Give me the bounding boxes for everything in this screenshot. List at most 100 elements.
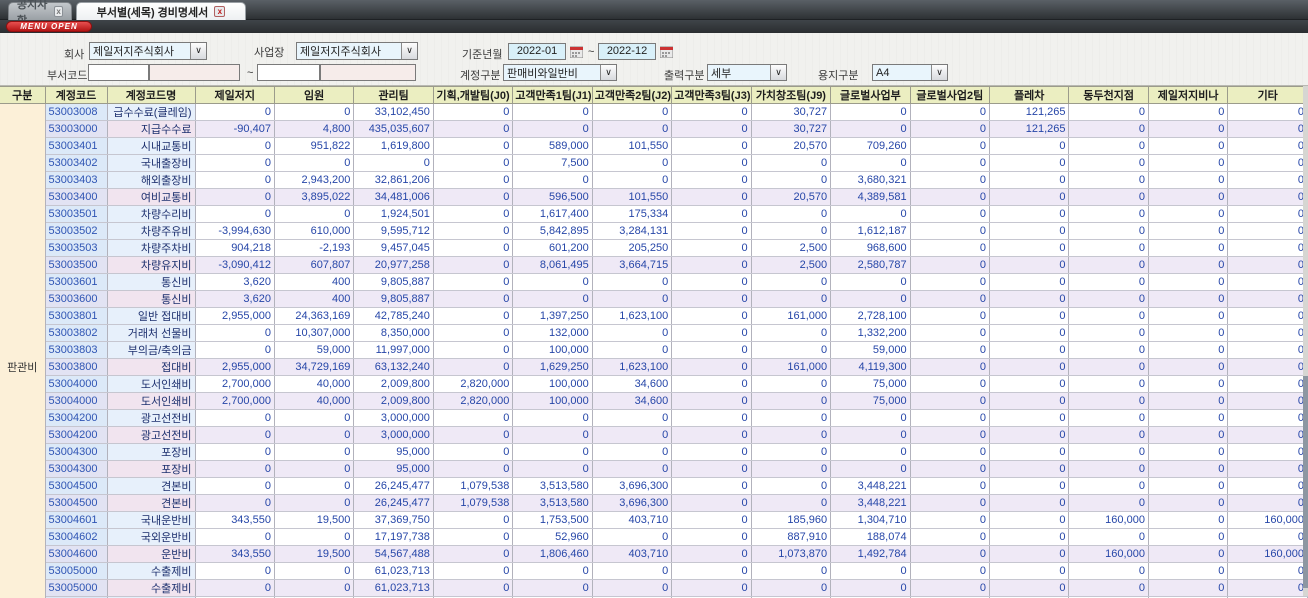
output-type-select[interactable]: 세부 ∨ (707, 64, 787, 81)
table-row[interactable]: 53003402 국내출장비 0 0 0 0 7,500 0 0 0 0 0 0 0 0 0 (0, 154, 1308, 172)
table-row[interactable]: 53004300 포장비 0 0 95,000 0 0 0 0 0 0 0 0 0 0 0 (0, 443, 1308, 461)
table-row[interactable]: 53003600 통신비 3,620 400 9,805,887 0 0 0 0 0 0 0 0 0 0 0 (0, 290, 1308, 308)
account-name: 광고선전비 (107, 426, 196, 444)
account-type-select[interactable]: 판매비와일반비 ∨ (503, 64, 617, 81)
calendar-icon[interactable] (659, 45, 674, 59)
column-header[interactable]: 계정코드 (45, 86, 108, 104)
calendar-icon[interactable] (569, 45, 584, 59)
table-row[interactable]: 53004000 도서인쇄비 2,700,000 40,000 2,009,800 2,8… (0, 392, 1308, 410)
table-row[interactable]: 53005000 수출제비 0 0 61,023,713 0 0 0 0 0 0 0 0 0 0 0 (0, 579, 1308, 597)
column-header[interactable]: 관리팀 (353, 86, 434, 104)
amount-cell: 403,710 (592, 511, 673, 529)
table-row[interactable]: 53004000 도서인쇄비 2,700,000 40,000 2,009,800 2,8… (0, 375, 1308, 393)
amount-cell: 0 (274, 477, 355, 495)
table-row[interactable]: 53004200 광고선전비 0 0 3,000,000 0 0 0 0 0 0 0 0 0 0 0 (0, 426, 1308, 444)
table-row[interactable]: 판관비 53003008 급수수료(클레임) 0 0 33,102,450 0 0 0 0 30,7… (0, 103, 1308, 598)
amount-cell: 8,350,000 (353, 324, 434, 342)
table-row[interactable]: 53004300 포장비 0 0 95,000 0 0 0 0 0 0 0 0 0 0 0 (0, 460, 1308, 478)
amount-cell: 0 (1227, 341, 1308, 359)
table-row[interactable]: 53004601 국내운반비 343,550 19,500 37,369,750 0 1,7… (0, 511, 1308, 529)
amount-cell: 343,550 (195, 545, 275, 563)
column-header[interactable]: 구분 (0, 86, 46, 104)
scrollbar-thumb[interactable] (1303, 376, 1308, 588)
table-row[interactable]: 53004602 국외운반비 0 0 17,197,738 0 52,960 0 0 887,91… (0, 528, 1308, 546)
column-header[interactable]: 기타 (1227, 86, 1308, 104)
dept-code-from-input[interactable] (88, 64, 149, 81)
table-row[interactable]: 53003503 차량주차비 904,218 -2,193 9,457,045 0 601,… (0, 239, 1308, 257)
dropdown-arrow-icon[interactable]: ∨ (931, 65, 947, 80)
amount-cell: 3,513,580 (512, 494, 593, 512)
amount-cell: -90,407 (195, 120, 275, 138)
table-row[interactable]: 53005000 수출제비 0 0 61,023,713 0 0 0 0 0 0 0 0 0 0 0 (0, 562, 1308, 580)
account-code: 53005000 (45, 562, 108, 580)
dept-code-to-input[interactable] (257, 64, 320, 81)
column-header[interactable]: 고객만족1팀(J1) (512, 86, 593, 104)
amount-cell: 343,550 (195, 511, 275, 529)
column-header[interactable]: 동두천지점 (1068, 86, 1149, 104)
amount-cell: 0 (989, 154, 1070, 172)
tab-close-icon[interactable]: x (214, 6, 226, 17)
menu-open-button[interactable]: MENU OPEN (6, 21, 92, 32)
account-code: 53003008 (45, 103, 108, 121)
amount-cell: 0 (671, 239, 752, 257)
dropdown-arrow-icon[interactable]: ∨ (401, 43, 417, 59)
column-header[interactable]: 글로벌사업부 (830, 86, 911, 104)
column-header[interactable]: 제일저지비나 (1148, 86, 1229, 104)
amount-cell: 0 (1148, 171, 1229, 189)
table-row[interactable]: 53003802 거래처 선물비 0 10,307,000 8,350,000 0 132,… (0, 324, 1308, 342)
table-row[interactable]: 53004600 운반비 343,550 19,500 54,567,488 0 1,806… (0, 545, 1308, 563)
table-row[interactable]: 53004200 광고선전비 0 0 3,000,000 0 0 0 0 0 0 0 0 0 0 0 (0, 409, 1308, 427)
amount-cell: 0 (910, 545, 991, 563)
dept-name-to-input[interactable] (320, 64, 416, 81)
period-from-input[interactable]: 2022-01 (508, 43, 566, 60)
dept-tilde: ~ (247, 67, 254, 79)
amount-cell: 0 (910, 273, 991, 291)
amount-cell: -3,090,412 (195, 256, 275, 274)
column-header[interactable]: 계정코드명 (107, 86, 196, 104)
amount-cell: 0 (1068, 273, 1149, 291)
dropdown-arrow-icon[interactable]: ∨ (770, 65, 786, 80)
company-select[interactable]: 제일저지주식회사 ∨ (89, 42, 207, 60)
expense-report-window: 공지사항 x 부서별(세목) 경비명세서 x MENU OPEN 회사 제일저지… (0, 0, 1308, 598)
table-row[interactable]: 53003803 부의금/축의금 0 59,000 11,997,000 0 100,000… (0, 341, 1308, 359)
dept-name-from-input[interactable] (149, 64, 240, 81)
amount-cell: 0 (1148, 256, 1229, 274)
table-row[interactable]: 53003401 시내교통비 0 951,822 1,619,800 0 589,000 10… (0, 137, 1308, 155)
amount-cell: 0 (671, 205, 752, 223)
table-row[interactable]: 53003403 해외출장비 0 2,943,200 32,861,206 0 0 0 0 0 3,… (0, 171, 1308, 189)
site-select[interactable]: 제일저지주식회사 ∨ (296, 42, 418, 60)
column-header[interactable]: 글로벌사업2팀 (910, 86, 991, 104)
column-header[interactable]: 임원 (274, 86, 355, 104)
column-header[interactable]: 플레차 (989, 86, 1070, 104)
column-header[interactable]: 가치창조팀(J9) (751, 86, 832, 104)
table-row[interactable]: 53003400 여비교통비 0 3,895,022 34,481,006 0 596,50… (0, 188, 1308, 206)
table-row[interactable]: 53003500 차량유지비 -3,090,412 607,807 20,977,258… (0, 256, 1308, 274)
account-code: 53003402 (45, 154, 108, 172)
paper-type-select[interactable]: A4 ∨ (872, 64, 948, 81)
account-code: 53003403 (45, 171, 108, 189)
dropdown-arrow-icon[interactable]: ∨ (190, 43, 206, 59)
table-row[interactable]: 53003800 접대비 2,955,000 34,729,169 63,132,240… (0, 358, 1308, 376)
tab-close-icon[interactable]: x (54, 6, 63, 17)
table-row[interactable]: 53003502 차량주유비 -3,994,630 610,000 9,595,712 0… (0, 222, 1308, 240)
vertical-scrollbar[interactable] (1303, 86, 1308, 596)
amount-cell: 0 (671, 154, 752, 172)
column-header[interactable]: 기획,개발팀(J0) (433, 86, 514, 104)
tab-expense-report[interactable]: 부서별(세목) 경비명세서 x (76, 2, 246, 20)
table-row[interactable]: 53004500 견본비 0 0 26,245,477 1,079,538 3,513,58… (0, 477, 1308, 495)
dropdown-arrow-icon[interactable]: ∨ (600, 65, 616, 80)
amount-cell: 205,250 (592, 239, 673, 257)
table-row[interactable]: 53003000 지급수수료 -90,407 4,800 435,035,607 0 0 0 0… (0, 120, 1308, 138)
column-header[interactable]: 고객만족2팀(J2) (592, 86, 673, 104)
table-row[interactable]: 53003601 통신비 3,620 400 9,805,887 0 0 0 0 0 0 0 0 0 0 0 (0, 273, 1308, 291)
column-header[interactable]: 고객만족3팀(J3) (671, 86, 752, 104)
table-row[interactable]: 53004500 견본비 0 0 26,245,477 1,079,538 3,513,58… (0, 494, 1308, 512)
table-row[interactable]: 53003501 차량수리비 0 0 1,924,501 0 1,617,400 175,33… (0, 205, 1308, 223)
amount-cell: 0 (1068, 494, 1149, 512)
period-to-input[interactable]: 2022-12 (598, 43, 656, 60)
amount-cell: 0 (195, 154, 275, 172)
column-header[interactable]: 제일저지 (195, 86, 275, 104)
tab-notice[interactable]: 공지사항 x (8, 0, 72, 27)
amount-cell: 0 (671, 290, 752, 308)
table-row[interactable]: 53003801 일반 접대비 2,955,000 24,363,169 42,785,… (0, 307, 1308, 325)
